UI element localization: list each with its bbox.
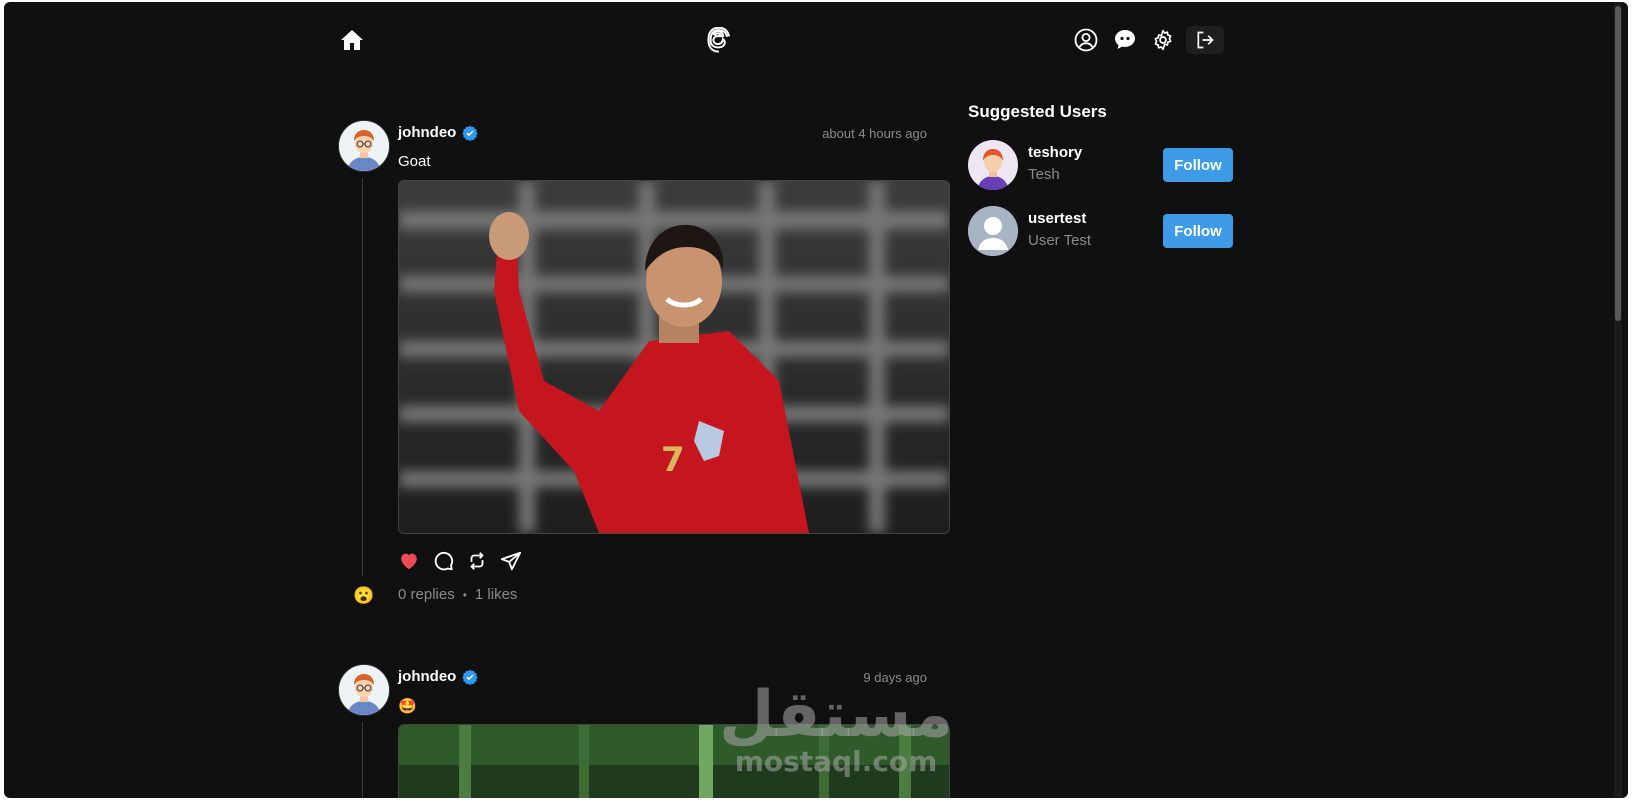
avatar[interactable] [338, 120, 390, 172]
post-username[interactable]: johndeo [398, 668, 456, 685]
suggested-username[interactable]: teshory [1028, 144, 1082, 161]
post-text: 🤩 [398, 698, 417, 715]
verified-badge-icon [462, 669, 479, 685]
post-card: johndeo about 4 hours ago Goat 7 0 repli… [338, 120, 958, 620]
suggested-username[interactable]: usertest [1028, 210, 1086, 227]
thread-line [362, 178, 363, 576]
post-header: johndeo [398, 668, 479, 685]
follow-button[interactable]: Follow [1163, 148, 1233, 182]
post-photo [399, 725, 949, 798]
post-timestamp: 9 days ago [863, 670, 927, 685]
verified-badge-icon [462, 125, 479, 141]
suggested-user-row: usertest User Test Follow [968, 206, 1233, 258]
chat-bubbles-icon[interactable] [1112, 27, 1138, 53]
suggested-fullname: Tesh [1028, 166, 1060, 183]
post-stats: 0 replies • 1 likes [398, 586, 517, 603]
app-window: johndeo about 4 hours ago Goat 7 0 repli… [4, 2, 1628, 798]
post-actions [398, 550, 522, 572]
repost-icon[interactable] [466, 550, 488, 572]
post-timestamp: about 4 hours ago [822, 126, 927, 141]
avatar[interactable] [968, 206, 1018, 256]
post-image[interactable]: 7 [398, 180, 950, 534]
suggested-fullname: User Test [1028, 232, 1092, 249]
home-icon[interactable] [339, 28, 365, 52]
gear-icon[interactable] [1150, 27, 1176, 53]
top-nav [4, 2, 1604, 82]
follow-button[interactable]: Follow [1163, 214, 1233, 248]
suggested-user-row: teshory Tesh Follow [968, 140, 1233, 192]
threads-logo-icon[interactable] [706, 27, 732, 53]
post-text: Goat [398, 153, 431, 170]
comment-icon[interactable] [432, 550, 454, 572]
page-scrollbar[interactable] [1614, 2, 1622, 798]
replies-count[interactable]: 0 replies [398, 586, 455, 603]
post-photo: 7 [399, 181, 949, 533]
avatar[interactable] [338, 664, 390, 716]
avatar[interactable] [968, 140, 1018, 190]
logout-icon [1197, 31, 1214, 49]
share-icon[interactable] [500, 550, 522, 572]
thread-line [362, 722, 363, 798]
post-username[interactable]: johndeo [398, 124, 456, 141]
post-card: johndeo 9 days ago 🤩 [338, 664, 958, 798]
logout-button[interactable] [1186, 26, 1224, 54]
post-image[interactable] [398, 724, 950, 798]
svg-text:7: 7 [661, 440, 685, 480]
like-heart-icon[interactable] [398, 550, 420, 572]
scrollbar-thumb[interactable] [1615, 6, 1621, 321]
reply-avatar-emoji: 😮 [353, 586, 375, 605]
user-circle-icon[interactable] [1073, 27, 1099, 53]
suggested-users-title: Suggested Users [968, 102, 1107, 121]
likes-count[interactable]: 1 likes [475, 586, 518, 603]
post-header: johndeo [398, 124, 479, 141]
suggested-users-panel: Suggested Users teshory Tesh Follow user… [968, 102, 1238, 256]
separator-dot: • [462, 587, 467, 602]
